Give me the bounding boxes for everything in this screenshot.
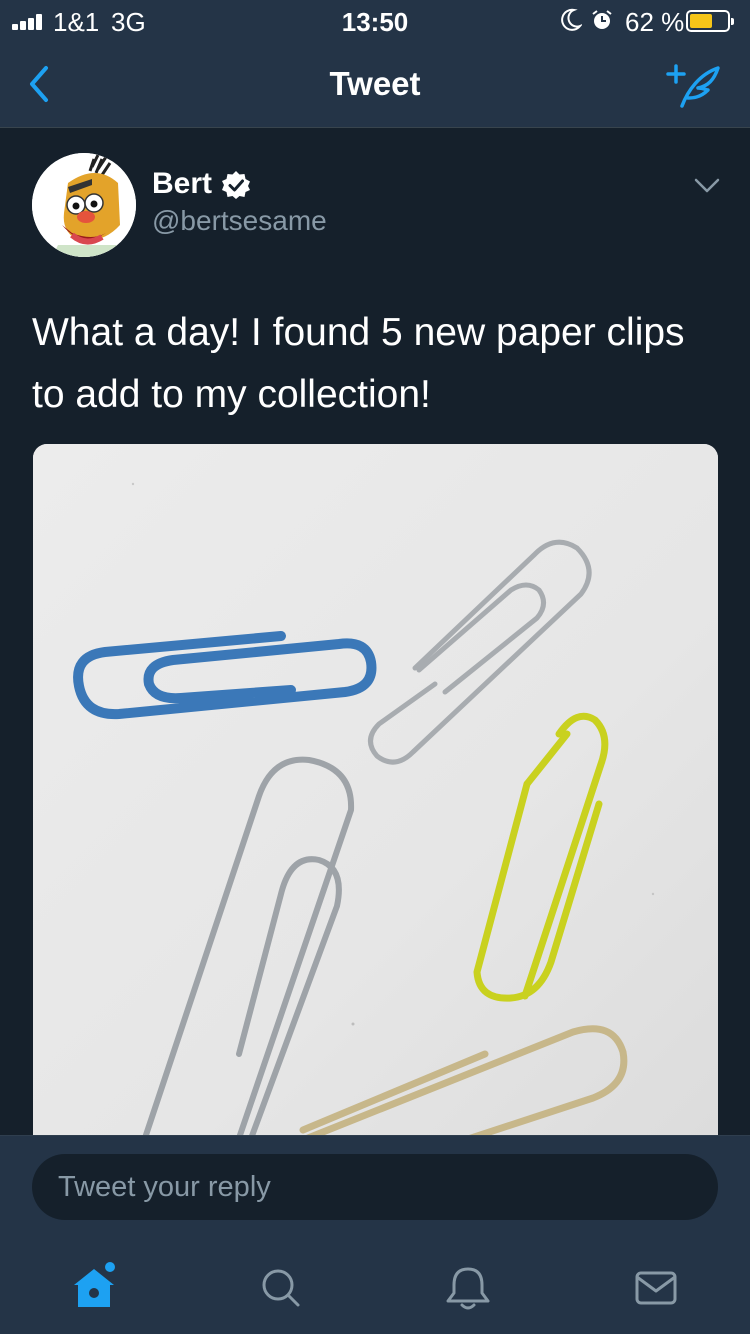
- battery-percent: 62 %: [625, 7, 685, 37]
- tab-messages[interactable]: [626, 1257, 686, 1317]
- author-handle[interactable]: @bertsesame: [152, 205, 327, 237]
- home-icon: [74, 1262, 115, 1307]
- chevron-down-icon: [694, 178, 720, 193]
- tweet-screen: 1&1 3G 13:50 62 % Tweet Bert @bertsesame…: [0, 0, 750, 1334]
- avatar[interactable]: [32, 153, 136, 257]
- do-not-disturb-icon: [561, 8, 582, 31]
- mail-icon: [635, 1271, 677, 1305]
- compose-tweet-icon: [666, 64, 720, 108]
- tab-notifications[interactable]: [438, 1257, 498, 1317]
- bert-avatar-image: [32, 153, 136, 257]
- page-title: Tweet: [329, 65, 421, 102]
- tweet-options-button[interactable]: [692, 174, 722, 196]
- navigation-bar: Tweet: [0, 40, 750, 128]
- reply-input[interactable]: [32, 1154, 718, 1220]
- paper-clips-photo: [33, 444, 718, 1144]
- author-name[interactable]: Bert: [152, 167, 212, 201]
- verified-badge-icon: [222, 171, 250, 199]
- battery-icon: [686, 10, 734, 32]
- search-icon: [262, 1269, 300, 1307]
- tab-search[interactable]: [250, 1257, 310, 1317]
- alarm-icon: [592, 10, 612, 29]
- reply-bar: [0, 1135, 750, 1239]
- status-bar: 1&1 3G 13:50 62 %: [0, 0, 750, 40]
- compose-tweet-button[interactable]: [664, 60, 722, 110]
- battery-level: [690, 14, 712, 28]
- tweet-photo[interactable]: [33, 444, 718, 1144]
- bell-icon: [446, 1267, 490, 1310]
- tab-home[interactable]: [64, 1257, 124, 1317]
- tweet-text: What a day! I found 5 new paper clips to…: [32, 311, 685, 416]
- tab-bar: [0, 1239, 750, 1334]
